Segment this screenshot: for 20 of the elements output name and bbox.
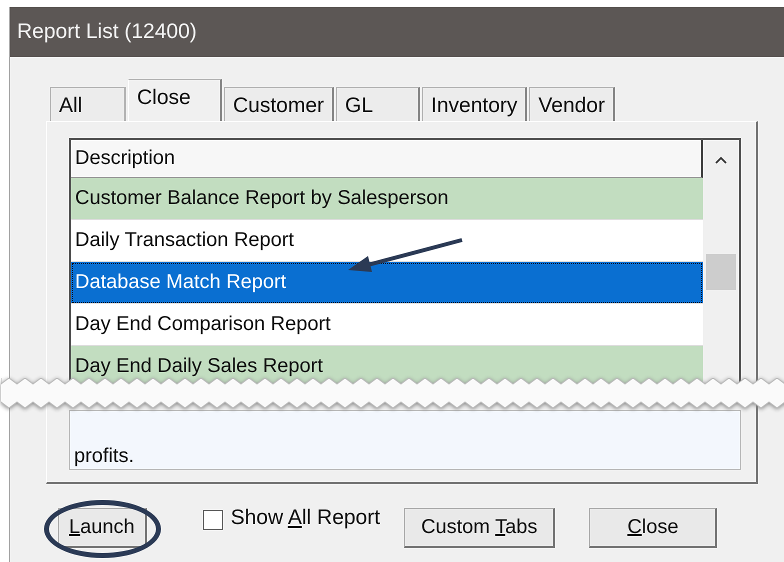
scroll-thumb[interactable] [706,254,736,290]
column-header[interactable]: Description [71,140,703,178]
table-row[interactable]: Customer Balance Report by Salesperson [71,178,703,220]
checkbox-label[interactable]: Show All Report [230,506,380,530]
button[interactable]: Launch [58,508,147,548]
checkbox[interactable] [202,510,223,530]
tab[interactable]: Close [128,79,222,121]
tab[interactable]: All [50,87,126,121]
tab[interactable]: Vendor [529,87,615,121]
button[interactable]: Custom Tabs [404,508,556,548]
button[interactable]: Close [589,508,718,548]
tab[interactable]: Inventory [422,87,528,121]
scrollbar[interactable] [703,140,739,384]
tab[interactable]: Customer [224,87,334,121]
tab[interactable]: GL [336,87,420,121]
table-row[interactable]: Day End Daily Sales Report [71,346,703,384]
window-title: Report List (12400) [17,20,197,44]
table-row[interactable]: Database Match Report [71,262,703,304]
scroll-up-icon[interactable] [715,156,727,164]
description-text: profits. [74,445,134,467]
